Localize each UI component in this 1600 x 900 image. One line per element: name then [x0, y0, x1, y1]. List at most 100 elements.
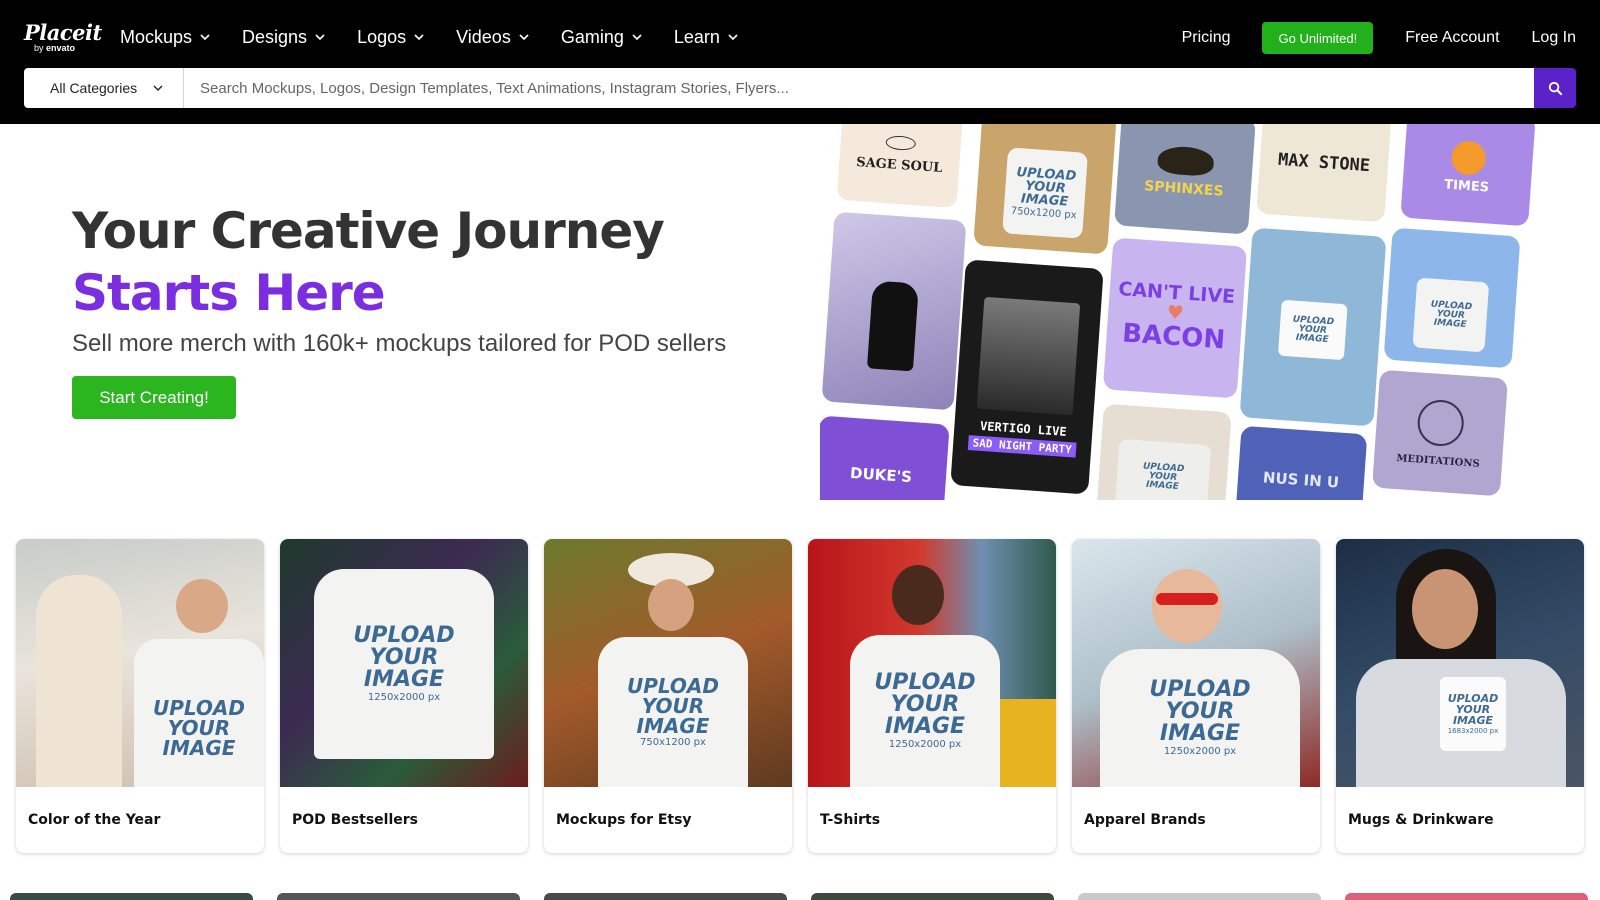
- card-peek: [1078, 893, 1321, 900]
- sunglasses: [1156, 593, 1218, 605]
- card-image: UPLOAD YOUR IMAGE: [16, 539, 264, 787]
- pricing-link[interactable]: Pricing: [1182, 29, 1231, 47]
- search-input[interactable]: [184, 68, 1534, 108]
- card-peek: [1345, 893, 1588, 900]
- logo-wordmark: Placeit: [24, 20, 102, 45]
- woman-head: [892, 565, 944, 625]
- collage-times[interactable]: TIMES: [1400, 124, 1536, 227]
- card-image: UPLOAD YOUR IMAGE 1250x2000 px: [280, 539, 528, 787]
- card-image: UPLOAD YOUR IMAGE 1683x2000 px: [1336, 539, 1584, 787]
- collage-venus[interactable]: NUS IN U: [1234, 425, 1368, 500]
- tshirt-mock: UPLOAD YOUR IMAGE: [1412, 277, 1490, 353]
- person-photo: [976, 296, 1081, 416]
- sweatshirt-mock: UPLOAD YOUR IMAGE 1250x2000 px: [1100, 649, 1300, 787]
- upload-image-text: UPLOAD YOUR IMAGE 750x1200 px: [1010, 164, 1077, 221]
- eye-icon: [885, 134, 917, 151]
- category-select-label: All Categories: [50, 80, 138, 96]
- go-unlimited-button[interactable]: Go Unlimited!: [1262, 22, 1374, 54]
- collage-sage-soul[interactable]: SAGE SOUL: [836, 124, 964, 209]
- search-button[interactable]: [1534, 68, 1576, 108]
- category-select[interactable]: All Categories: [24, 68, 184, 108]
- hero-title-line1: Your Creative Journey: [72, 202, 665, 260]
- search-icon: [1548, 81, 1562, 95]
- card-apparel-brands[interactable]: UPLOAD YOUR IMAGE 1250x2000 px Apparel Bran…: [1072, 539, 1320, 853]
- tshirt-mock: UPLOAD YOUR IMAGE 1250x2000 px: [314, 569, 494, 759]
- free-account-link[interactable]: Free Account: [1405, 29, 1499, 47]
- collage-times-text: TIMES: [1443, 176, 1490, 196]
- next-row-cards-peek: [10, 893, 1588, 900]
- nav-label: Learn: [673, 26, 720, 47]
- card-image: UPLOAD YOUR IMAGE 1250x2000 px: [808, 539, 1056, 787]
- card-label: Mugs & Drinkware: [1348, 812, 1494, 828]
- tshirt-mock: UPLOAD YOUR IMAGE 750x1200 px: [1002, 147, 1088, 239]
- nav-mockups[interactable]: Mockups: [120, 24, 210, 50]
- nav-label: Videos: [456, 26, 511, 47]
- collage-sphinxes[interactable]: SPHINXES: [1114, 124, 1256, 235]
- upload-image-text: UPLOAD YOUR IMAGE: [152, 696, 245, 760]
- logo-by: by: [34, 43, 44, 53]
- tshirt-mock: UPLOAD YOUR IMAGE 750x1200 px: [598, 637, 748, 787]
- nav-learn[interactable]: Learn: [674, 24, 738, 50]
- dog-figure: [866, 280, 919, 372]
- card-mugs-drinkware[interactable]: UPLOAD YOUR IMAGE 1683x2000 px Mugs & Drink…: [1336, 539, 1584, 853]
- card-pod-bestsellers[interactable]: UPLOAD YOUR IMAGE 1250x2000 px POD Bestsell…: [280, 539, 528, 853]
- chevron-down-icon: [728, 34, 738, 41]
- upload-image-text: UPLOAD YOUR IMAGE: [1430, 299, 1473, 330]
- mug-mock: UPLOAD YOUR IMAGE 1683x2000 px: [1440, 677, 1506, 751]
- card-color-of-the-year[interactable]: UPLOAD YOUR IMAGE Color of the Year: [16, 539, 264, 853]
- man-head: [176, 579, 228, 633]
- card-peek: [544, 893, 787, 900]
- hero: Your Creative Journey Starts Here Sell m…: [72, 200, 726, 419]
- start-creating-button[interactable]: Start Creating!: [72, 376, 236, 419]
- nav-videos[interactable]: Videos: [456, 24, 529, 50]
- collage-sage-text: SAGE SOUL: [855, 154, 943, 176]
- collage-man-tshirt[interactable]: UPLOAD YOUR IMAGE: [1383, 227, 1521, 369]
- tshirt-mock: UPLOAD YOUR IMAGE: [134, 639, 264, 787]
- collage-vertigo-live[interactable]: VERTIGO LIVE SAD NIGHT PARTY: [950, 259, 1104, 495]
- search-bar: All Categories: [24, 68, 1576, 108]
- woman-head: [648, 579, 694, 631]
- chevron-down-icon: [200, 34, 210, 41]
- woman-head: [1152, 569, 1222, 643]
- collage-max-stone[interactable]: MAX STONE: [1256, 124, 1392, 223]
- card-peek: [10, 893, 253, 900]
- chevron-down-icon: [632, 34, 642, 41]
- collage-dukes[interactable]: DUKE'S: [820, 415, 950, 500]
- placeit-logo[interactable]: Placeit by envato: [24, 20, 102, 54]
- chevron-down-icon: [153, 85, 163, 91]
- upload-image-text: UPLOAD YOUR IMAGE 1250x2000 px: [353, 623, 455, 703]
- collage-maxstone-text: MAX STONE: [1277, 149, 1371, 177]
- collage-meditations-text: MEDITATIONS: [1396, 452, 1481, 470]
- top-bar: Placeit by envato Mockups Designs Logos …: [0, 0, 1600, 124]
- card-t-shirts[interactable]: UPLOAD YOUR IMAGE 1250x2000 px T-Shirts: [808, 539, 1056, 853]
- mug-mock: UPLOAD YOUR IMAGE: [1277, 299, 1348, 361]
- upload-image-text: UPLOAD YOUR IMAGE 750x1200 px: [626, 674, 719, 748]
- nav-designs[interactable]: Designs: [242, 24, 325, 50]
- nav-gaming[interactable]: Gaming: [561, 24, 642, 50]
- card-peek: [277, 893, 520, 900]
- nav-label: Gaming: [560, 26, 624, 47]
- collage-tshirt-photo[interactable]: UPLOAD YOUR IMAGE 750x1200 px: [973, 124, 1117, 255]
- card-image: UPLOAD YOUR IMAGE 1250x2000 px: [1072, 539, 1320, 787]
- card-mockups-for-etsy[interactable]: UPLOAD YOUR IMAGE 750x1200 px Mockups for E…: [544, 539, 792, 853]
- collage-hoodie-couple[interactable]: UPLOAD YOUR IMAGE: [1096, 403, 1232, 500]
- hoodie-mock: UPLOAD YOUR IMAGE: [1114, 438, 1212, 500]
- card-label: Mockups for Etsy: [556, 812, 692, 828]
- collage-venus-text: NUS IN U: [1262, 468, 1340, 492]
- login-link[interactable]: Log In: [1532, 29, 1576, 47]
- hero-subtitle: Sell more merch with 160k+ mockups tailo…: [72, 330, 727, 357]
- collage-dog-photo[interactable]: [821, 211, 967, 411]
- collage-bacon[interactable]: CAN'T LIVE ♥ BACON: [1102, 237, 1248, 399]
- collage-sphinxes-text: SPHINXES: [1143, 178, 1224, 200]
- hero-collage: SAGE SOUL DUKE'S UPLOAD YOUR IMAGE 750x1200…: [820, 124, 1560, 500]
- upload-image-text: UPLOAD YOUR IMAGE 1683x2000 px: [1447, 692, 1499, 735]
- card-label: Color of the Year: [28, 812, 161, 828]
- collage-meditations[interactable]: MEDITATIONS: [1372, 369, 1508, 497]
- collage-mug-photo[interactable]: UPLOAD YOUR IMAGE: [1239, 227, 1387, 427]
- chevron-down-icon: [315, 34, 325, 41]
- upload-image-text: UPLOAD YOUR IMAGE 1250x2000 px: [1149, 677, 1251, 757]
- card-label: POD Bestsellers: [292, 812, 419, 828]
- nav-logos[interactable]: Logos: [357, 24, 424, 50]
- upload-image-text: UPLOAD YOUR IMAGE 1250x2000 px: [874, 670, 976, 750]
- nav-label: Designs: [242, 26, 308, 47]
